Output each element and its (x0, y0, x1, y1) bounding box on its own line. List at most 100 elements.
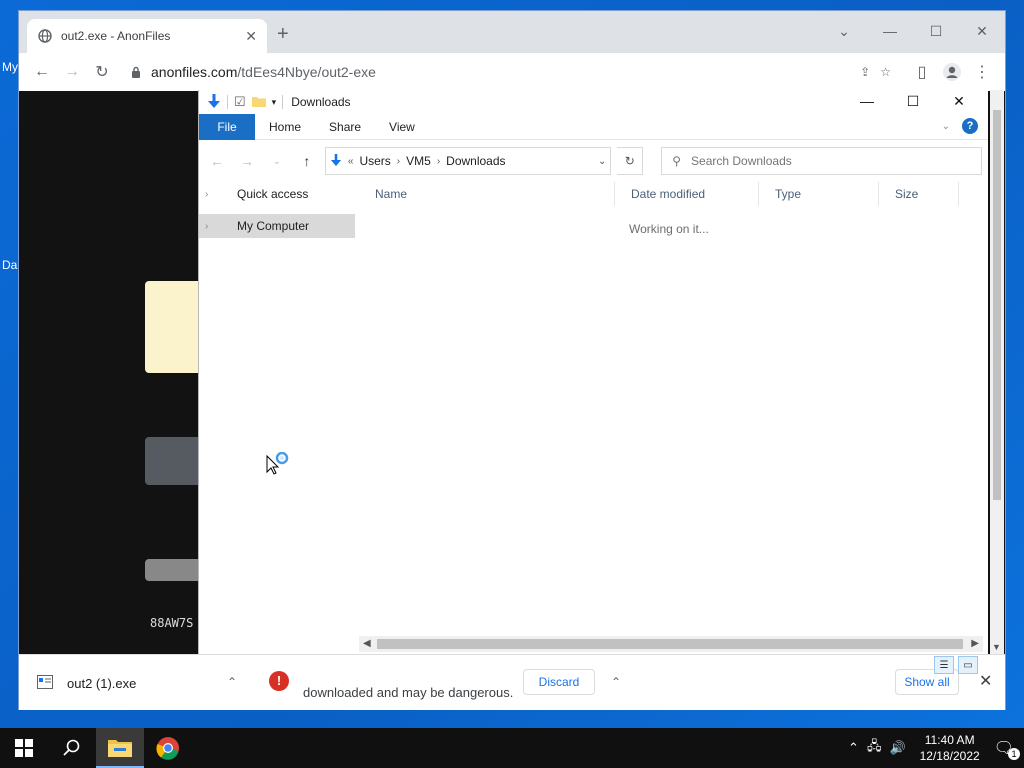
chevron-down-icon[interactable]: ⌄ (598, 156, 606, 167)
menu-icon[interactable]: ⋮ (967, 57, 997, 87)
status-text: Working on it... (629, 222, 709, 236)
scroll-down-icon[interactable]: ▼ (992, 642, 1001, 652)
profile-avatar[interactable] (937, 57, 967, 87)
search-input[interactable] (691, 154, 972, 168)
tab-file[interactable]: File (199, 113, 255, 140)
file-icon (37, 675, 53, 692)
expand-ribbon-icon[interactable]: ⌄ (942, 121, 950, 132)
recent-locations-icon[interactable]: ⌄ (265, 156, 289, 167)
chrome-taskbar-icon[interactable] (144, 728, 192, 768)
column-size[interactable]: Size (879, 182, 959, 206)
desktop-icon-label[interactable]: My (2, 60, 18, 74)
lock-icon[interactable] (131, 66, 143, 78)
scrollbar-thumb[interactable] (993, 110, 1001, 500)
network-icon[interactable]: 🖧 (867, 737, 882, 759)
share-icon[interactable]: ⇪ (860, 65, 870, 79)
busy-cursor-icon (266, 451, 292, 479)
volume-icon[interactable]: 🔊 (889, 740, 905, 756)
file-explorer-taskbar-icon[interactable] (96, 728, 144, 768)
reload-button[interactable]: ↻ (87, 57, 117, 87)
up-button[interactable]: ↑ (295, 153, 319, 169)
scroll-left-icon[interactable]: ◀ (363, 636, 371, 652)
notification-icon[interactable]: 🗨 1 (994, 738, 1020, 760)
search-icon: ⚲ (672, 154, 682, 168)
page-bar (145, 559, 205, 581)
download-arrow-icon (330, 153, 342, 170)
properties-checkbox-icon[interactable]: ☑ (234, 94, 246, 110)
new-folder-icon[interactable] (251, 95, 266, 110)
file-explorer-window: ☑ ▾ Downloads — ☐ ✕ File Home Share View… (198, 90, 988, 654)
quick-access-dropdown-icon[interactable]: ▾ (272, 97, 277, 108)
column-name[interactable]: Name (359, 182, 615, 206)
nav-item-quick-access[interactable]: › Quick access (199, 182, 355, 206)
column-type[interactable]: Type (759, 182, 879, 206)
download-arrow-icon[interactable] (207, 93, 221, 112)
address-bar[interactable]: anonfiles.com/tdEes4Nbye/out2-exe ⇪ ☆ (123, 57, 899, 87)
desktop-icon-label[interactable]: Da (2, 258, 17, 272)
maximize-button[interactable]: ☐ (890, 90, 936, 112)
explorer-title-bar: ☑ ▾ Downloads — ☐ ✕ (199, 90, 988, 114)
nav-item-label: Quick access (237, 187, 309, 201)
forward-button[interactable]: → (57, 57, 87, 87)
tab-view[interactable]: View (375, 114, 429, 140)
tab-strip: out2.exe - AnonFiles ✕ + ⌄ — ☐ ✕ (19, 11, 1005, 53)
clock[interactable]: 11:40 AM 12/18/2022 (920, 732, 980, 764)
search-box[interactable]: ⚲ (661, 147, 983, 175)
scrollbar-thumb[interactable] (377, 639, 963, 649)
window-controls: ⌄ — ☐ ✕ (821, 17, 1005, 45)
navigation-bar: ← → ⌄ ↑ « Users › VM5 › Downloads ⌄ ↻ ⚲ (199, 140, 988, 182)
discard-button[interactable]: Discard (523, 669, 595, 695)
page-button[interactable] (145, 437, 205, 485)
close-window-button[interactable]: ✕ (959, 17, 1005, 45)
tab-search-icon[interactable]: ⌄ (821, 17, 867, 45)
column-date-modified[interactable]: Date modified (615, 182, 759, 206)
download-item[interactable]: out2 (1).exe (37, 675, 136, 692)
chevron-up-icon[interactable]: ⌃ (227, 675, 237, 689)
breadcrumb-users[interactable]: Users (359, 154, 390, 168)
back-button[interactable]: ← (27, 57, 57, 87)
chevron-right-icon[interactable]: › (205, 189, 215, 200)
browser-tab[interactable]: out2.exe - AnonFiles ✕ (27, 19, 267, 53)
large-icons-view-icon[interactable]: ▭ (958, 656, 978, 674)
back-button[interactable]: ← (205, 153, 229, 169)
minimize-button[interactable]: — (844, 90, 890, 112)
help-icon[interactable]: ? (962, 118, 978, 134)
file-list: Name Date modified Type Size Working on … (359, 182, 975, 622)
chevron-up-icon[interactable]: ⌃ (611, 675, 621, 689)
ribbon: File Home Share View ⌄ ? (199, 113, 988, 140)
tab-share[interactable]: Share (315, 114, 375, 140)
search-icon[interactable] (48, 728, 96, 768)
taskbar: ⌃ 🖧 🔊 11:40 AM 12/18/2022 🗨 1 (0, 728, 1024, 768)
page-text: 88AW7S (150, 616, 194, 630)
forward-button[interactable]: → (235, 153, 259, 169)
breadcrumb-downloads[interactable]: Downloads (446, 154, 505, 168)
download-file-name: out2 (1).exe (67, 676, 137, 691)
windows-start-icon[interactable] (0, 728, 48, 768)
chevron-up-icon[interactable]: ⌃ (848, 740, 859, 756)
horizontal-scrollbar[interactable]: ◀ ▶ (359, 636, 983, 652)
new-tab-button[interactable]: + (277, 23, 289, 46)
side-panel-icon[interactable]: ▯ (907, 57, 937, 87)
details-view-icon[interactable]: ☰ (934, 656, 954, 674)
download-shelf: out2 (1).exe ⌃ ! downloaded and may be d… (19, 654, 1005, 710)
tab-home[interactable]: Home (255, 114, 315, 140)
address-breadcrumb[interactable]: « Users › VM5 › Downloads ⌄ (324, 147, 612, 175)
bookmark-star-icon[interactable]: ☆ (880, 65, 891, 79)
close-tab-icon[interactable]: ✕ (245, 28, 257, 45)
maximize-button[interactable]: ☐ (913, 17, 959, 45)
navigation-pane: › Quick access › My Computer (199, 182, 355, 246)
minimize-button[interactable]: — (867, 17, 913, 45)
chevron-right-icon[interactable]: › (437, 156, 440, 167)
close-shelf-icon[interactable]: ✕ (979, 671, 992, 691)
system-tray: ⌃ 🖧 🔊 11:40 AM 12/18/2022 🗨 1 (848, 728, 1024, 768)
breadcrumb-overflow[interactable]: « (348, 156, 354, 167)
notification-count: 1 (1008, 748, 1020, 760)
refresh-button[interactable]: ↻ (617, 147, 644, 175)
nav-item-my-computer[interactable]: › My Computer (199, 214, 355, 238)
scroll-right-icon[interactable]: ▶ (971, 636, 979, 652)
close-window-button[interactable]: ✕ (936, 90, 982, 112)
chevron-right-icon[interactable]: › (205, 221, 215, 232)
vertical-scrollbar[interactable]: ▼ (990, 90, 1004, 654)
chevron-right-icon[interactable]: › (397, 156, 400, 167)
breadcrumb-vm5[interactable]: VM5 (406, 154, 431, 168)
